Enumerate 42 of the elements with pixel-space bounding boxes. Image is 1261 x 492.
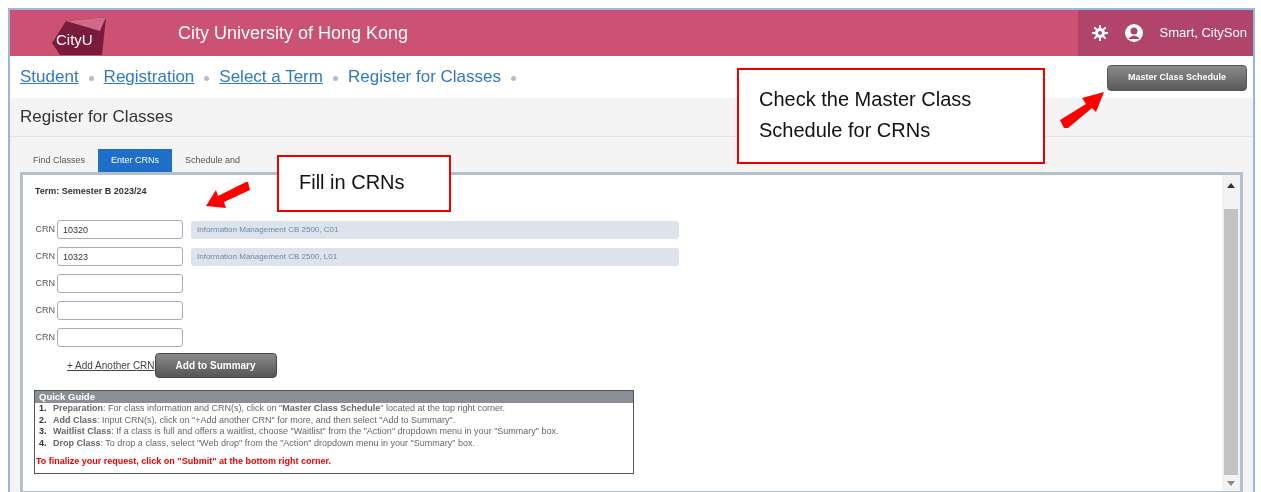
crn-field[interactable]: 10320 — [57, 220, 183, 239]
scroll-thumb[interactable] — [1224, 209, 1238, 475]
guide-note: To finalize your request, click on "Submit" at the bottom right corner. — [35, 455, 332, 468]
list-number: 1. — [38, 403, 48, 415]
field-label: CRN — [34, 276, 56, 290]
field-label: CRN — [34, 249, 56, 263]
field-label: CRN — [34, 222, 56, 236]
guide-text: Waitlist Class: If a class is full and offers a waitlist, choose "Waitlist" from the "Action" dropdown menu in your "Summary" box. — [53, 426, 559, 438]
callout: Fill in CRNs — [277, 155, 451, 212]
guide-text: Drop Class: To drop a class, select "Web drop" from the "Action" dropdown menu in your "Summary" box. — [53, 437, 476, 449]
callout: Check the Master Class Schedule for CRNs — [737, 68, 1045, 164]
field-label: CRN — [34, 330, 56, 344]
field-label: CRN — [34, 303, 56, 317]
user-icon[interactable] — [1123, 23, 1144, 43]
guide-text: Add Class: Input CRN(s), click on "+Add another CRN" for more, and then select "Add to Summary". — [53, 414, 456, 426]
crn-field[interactable]: 10323 — [57, 247, 183, 266]
crn-field[interactable] — [57, 274, 183, 293]
guide-text: Preparation: For class information and CRN(s), click on "Master Class Schedule" located at the top right corner. — [53, 403, 506, 415]
term-label: Term: Semester B 2023/24 — [35, 185, 147, 198]
master-class-schedule-button[interactable]: Master Class Schedule — [1106, 65, 1247, 91]
scroll-down-icon[interactable] — [1226, 479, 1236, 487]
tab[interactable]: Find Classes — [20, 148, 99, 172]
add-crn-link[interactable]: + Add Another CRN — [67, 358, 155, 373]
settings-icon[interactable] — [1091, 25, 1108, 41]
scrollbar[interactable] — [1222, 175, 1240, 491]
course-info: Information Management CB 2500, L01 — [191, 247, 679, 266]
list-number: 2. — [38, 414, 48, 426]
tab[interactable]: Schedule and — [172, 148, 254, 172]
breadcrumb-link[interactable]: Student — [20, 64, 79, 90]
course-info: Information Management CB 2500, C01 — [191, 220, 679, 239]
breadcrumb-current: Register for Classes — [347, 66, 501, 88]
crn-field[interactable] — [57, 301, 183, 320]
tab[interactable]: Enter CRNs — [98, 148, 173, 172]
breadcrumb-link[interactable]: Select a Term — [219, 64, 323, 90]
scroll-up-icon[interactable] — [1226, 181, 1236, 189]
list-number: 4. — [38, 437, 48, 449]
list-number: 3. — [38, 426, 48, 438]
add-to-summary-button[interactable]: Add to Summary — [154, 353, 277, 378]
site-title: City University of Hong Kong — [178, 21, 409, 45]
crn-field[interactable] — [57, 328, 183, 347]
breadcrumb-link[interactable]: Registration — [103, 64, 195, 90]
guide-heading: Quick Guide — [35, 391, 633, 403]
